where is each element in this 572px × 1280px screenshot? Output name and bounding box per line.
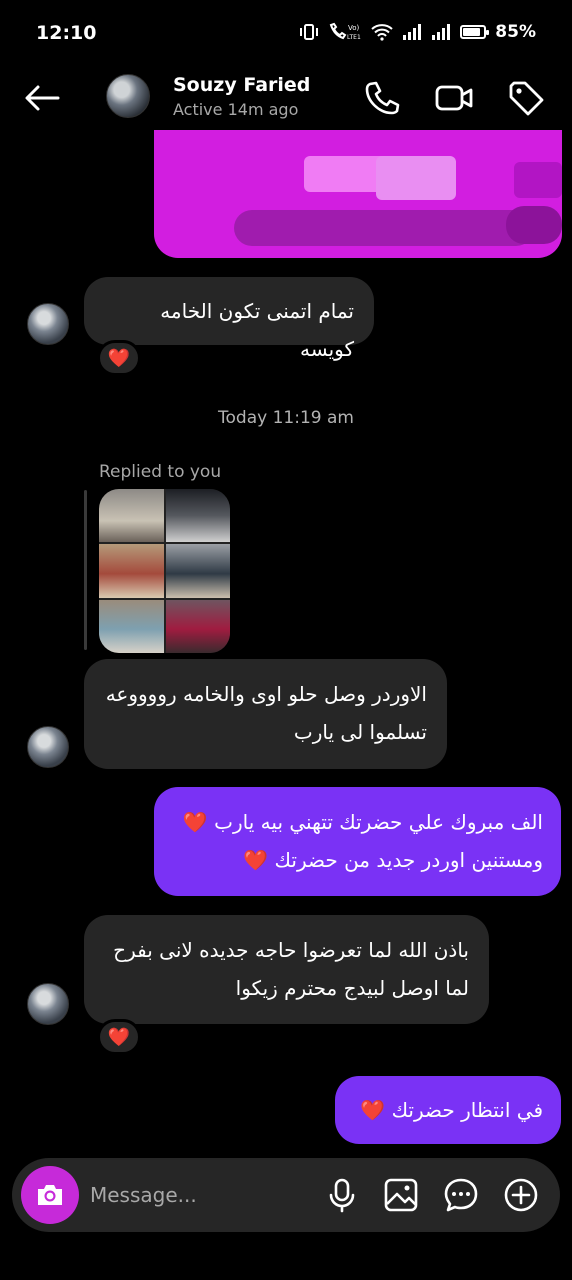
phone-icon — [365, 81, 400, 115]
image-tile — [165, 544, 230, 598]
back-arrow-icon — [25, 85, 60, 111]
gallery-button[interactable] — [381, 1175, 421, 1215]
outgoing-message[interactable]: في انتظار حضرتك ❤️ — [335, 1076, 561, 1144]
plus-circle-icon — [504, 1178, 538, 1212]
message-text: الف مبروك علي حضرتك تتهني بيه يارب ❤️ — [182, 810, 543, 834]
label-button[interactable] — [506, 78, 546, 118]
message-text: تمام اتمنى تكون الخامه كويسه — [160, 299, 354, 361]
heart-icon: ❤️ — [107, 1026, 131, 1048]
status-bar: 12:10 Vo) LTE1 85% — [0, 0, 572, 66]
heart-reaction[interactable]: ❤️ — [97, 1019, 141, 1055]
tag-icon — [509, 81, 544, 116]
message-text: باذن الله لما تعرضوا حاجه جديده لانى بفر… — [113, 938, 469, 962]
video-call-button[interactable] — [434, 78, 474, 118]
signal-icon — [432, 24, 451, 40]
wifi-icon — [371, 24, 393, 41]
status-icons: Vo) LTE1 85% — [299, 22, 536, 42]
camera-button[interactable] — [21, 1166, 79, 1224]
battery-icon — [460, 25, 490, 39]
sticker-icon — [444, 1178, 478, 1212]
incoming-message[interactable]: تمام اتمنى تكون الخامه كويسه — [84, 277, 374, 361]
timestamp-separator: Today 11:19 am — [218, 408, 354, 428]
image-tile — [165, 489, 230, 543]
clock: 12:10 — [36, 22, 97, 44]
sender-avatar[interactable] — [27, 983, 69, 1025]
message-text: في انتظار حضرتك ❤️ — [360, 1098, 543, 1122]
active-status: Active 14m ago — [173, 100, 299, 119]
message-text: تسلموا لى يارب — [293, 720, 427, 744]
incoming-message[interactable]: باذن الله لما تعرضوا حاجه جديده لانى بفر… — [84, 915, 489, 1024]
message-text: ومستنين اوردر جديد من حضرتك ❤️ — [243, 848, 543, 872]
heart-reaction[interactable]: ❤️ — [97, 340, 141, 376]
camera-icon — [38, 1185, 62, 1205]
contact-name[interactable]: Souzy Faried — [173, 74, 310, 96]
message-text: الاوردر وصل حلو اوى والخامه رووووعه — [105, 682, 427, 706]
image-icon — [384, 1178, 418, 1212]
chat-header: Souzy Faried Active 14m ago — [0, 66, 572, 130]
video-camera-icon — [435, 85, 473, 111]
replied-image-thumbnail[interactable] — [99, 489, 230, 653]
reply-indicator-line — [84, 490, 87, 650]
vibrate-icon — [300, 24, 319, 40]
image-tile — [99, 599, 164, 653]
more-options-button[interactable] — [501, 1175, 541, 1215]
replied-to-you-label: Replied to you — [99, 462, 222, 482]
heart-icon: ❤️ — [107, 347, 131, 369]
message-input[interactable] — [90, 1178, 310, 1212]
sticker-button[interactable] — [441, 1175, 481, 1215]
obscured-message-bubble[interactable] — [154, 130, 562, 258]
call-volte-icon: Vo) LTE1 — [330, 22, 361, 41]
image-tile — [165, 599, 230, 653]
voice-message-button[interactable] — [322, 1175, 362, 1215]
back-button[interactable] — [22, 78, 62, 118]
microphone-icon — [329, 1178, 355, 1213]
contact-avatar[interactable] — [106, 74, 150, 118]
signal-icon — [403, 24, 422, 40]
image-tile — [99, 544, 164, 598]
sender-avatar[interactable] — [27, 303, 69, 345]
svg-text:LTE1: LTE1 — [347, 34, 361, 41]
sender-avatar[interactable] — [27, 726, 69, 768]
svg-text:Vo): Vo) — [348, 24, 360, 32]
audio-call-button[interactable] — [362, 78, 402, 118]
outgoing-message[interactable]: الف مبروك علي حضرتك تتهني بيه يارب ❤️ وم… — [154, 787, 561, 896]
image-tile — [99, 489, 164, 543]
incoming-message[interactable]: الاوردر وصل حلو اوى والخامه رووووعه تسلم… — [84, 659, 447, 769]
message-composer — [12, 1158, 560, 1232]
battery-percent: 85% — [495, 22, 536, 42]
message-text: لما اوصل لبيدج محترم زيكوا — [235, 976, 469, 1000]
